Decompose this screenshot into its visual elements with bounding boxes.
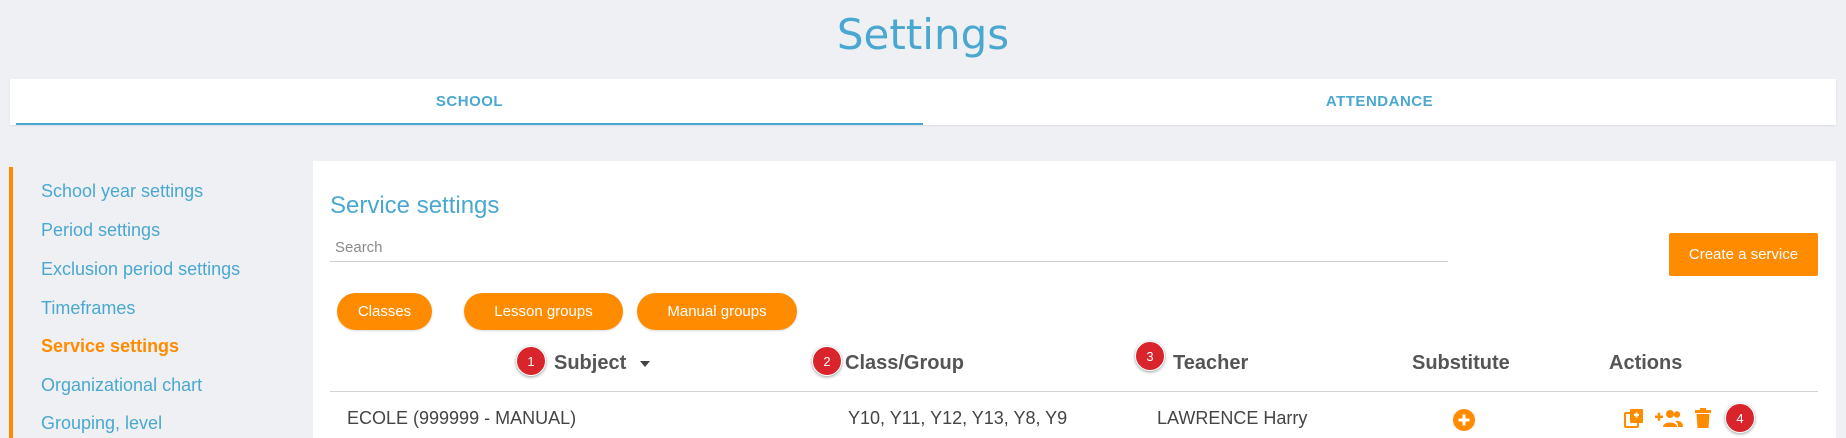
- sidebar-item-exclusion-period-settings[interactable]: Exclusion period settings: [41, 259, 240, 280]
- header-divider: [330, 391, 1818, 392]
- column-header-substitute: Substitute: [1412, 352, 1510, 374]
- sidebar-item-period-settings[interactable]: Period settings: [41, 220, 160, 241]
- trash-icon[interactable]: [1691, 406, 1715, 430]
- column-header-teacher: Teacher: [1173, 352, 1249, 374]
- search-input[interactable]: [330, 234, 1448, 262]
- create-service-button[interactable]: Create a service: [1669, 233, 1818, 276]
- sidebar-item-school-year-settings[interactable]: School year settings: [41, 181, 203, 202]
- filter-manual-groups-button[interactable]: Manual groups: [637, 293, 797, 330]
- sidebar-item-grouping-level[interactable]: Grouping, level: [41, 413, 162, 434]
- sidebar: School year settings Period settings Exc…: [9, 167, 299, 438]
- tab-attendance[interactable]: ATTENDANCE: [923, 79, 1836, 125]
- annotation-badge-3: 3: [1135, 341, 1165, 371]
- sort-caret-down-icon: [639, 360, 650, 367]
- page-title: Settings: [836, 10, 1010, 59]
- column-header-actions: Actions: [1609, 352, 1683, 374]
- annotation-badge-4: 4: [1725, 403, 1755, 433]
- column-header-label: Subject: [554, 352, 627, 374]
- sidebar-item-organizational-chart[interactable]: Organizational chart: [41, 375, 202, 396]
- cell-teacher: LAWRENCE Harry: [1157, 408, 1308, 428]
- column-header-subject[interactable]: Subject: [554, 352, 650, 375]
- sidebar-item-service-settings[interactable]: Service settings: [41, 336, 179, 357]
- tab-bar: SCHOOL ATTENDANCE: [10, 79, 1836, 125]
- column-header-class-group: Class/Group: [845, 352, 964, 374]
- annotation-badge-1: 1: [516, 346, 546, 376]
- cell-subject: ECOLE (999999 - MANUAL): [347, 408, 577, 428]
- copy-icon[interactable]: [1622, 406, 1646, 430]
- filter-lesson-groups-button[interactable]: Lesson groups: [464, 293, 623, 330]
- cell-class-group: Y10, Y11, Y12, Y13, Y8, Y9: [848, 408, 1068, 428]
- add-users-icon[interactable]: [1655, 406, 1683, 430]
- service-settings-panel: Service settings Create a service Classe…: [313, 161, 1836, 438]
- sidebar-item-timeframes[interactable]: Timeframes: [41, 298, 135, 319]
- add-circle-icon[interactable]: [1452, 408, 1476, 432]
- annotation-badge-2: 2: [812, 346, 842, 376]
- panel-title: Service settings: [330, 192, 500, 219]
- tab-school[interactable]: SCHOOL: [16, 79, 923, 125]
- filter-classes-button[interactable]: Classes: [337, 293, 432, 330]
